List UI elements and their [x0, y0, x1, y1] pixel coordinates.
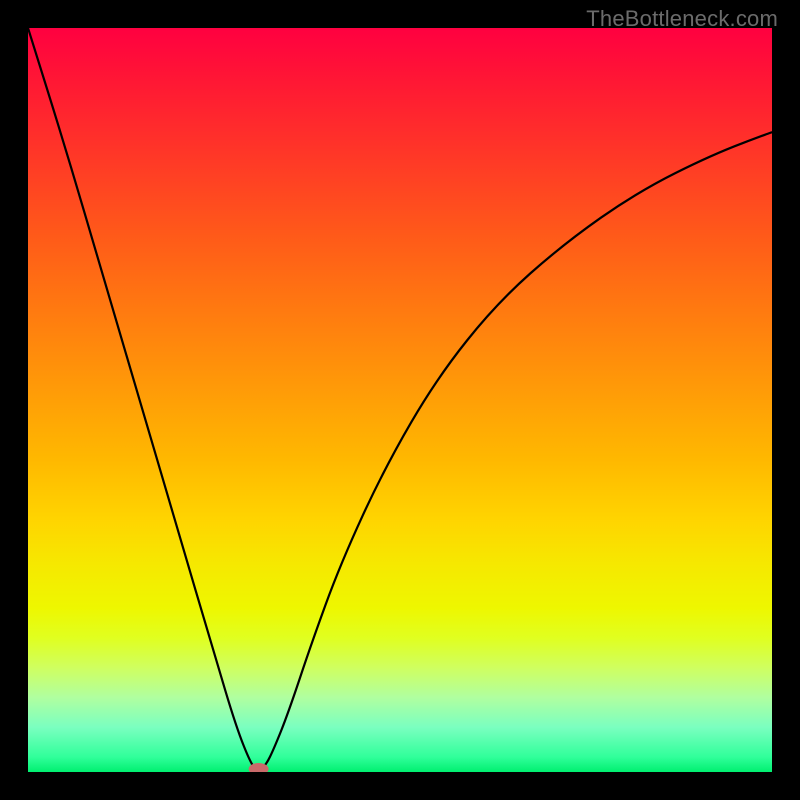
curve-layer — [28, 28, 772, 772]
bottleneck-curve — [28, 28, 772, 770]
chart-container: TheBottleneck.com — [0, 0, 800, 800]
plot-area — [28, 28, 772, 772]
